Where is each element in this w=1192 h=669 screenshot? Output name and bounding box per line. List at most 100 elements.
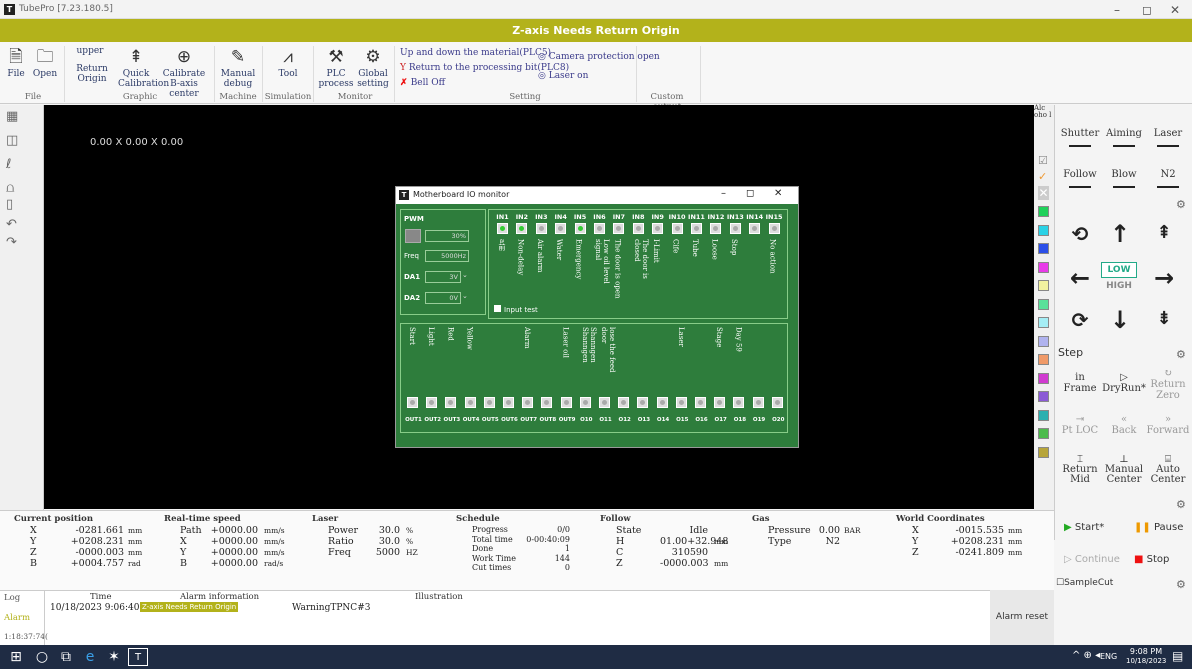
da1-select[interactable]: 3V — [425, 271, 461, 283]
output-toggle[interactable] — [656, 397, 668, 408]
layer-color-swatch[interactable] — [1038, 409, 1049, 421]
rotate-icon[interactable]: ↶ — [6, 217, 17, 232]
tubepro-taskbar-icon[interactable]: T — [128, 648, 148, 666]
dialog-close-button[interactable]: ✕ — [774, 188, 782, 199]
da2-select[interactable]: 0V — [425, 292, 461, 304]
checkbox-icon[interactable]: ☑ — [1038, 154, 1048, 167]
bridge-icon[interactable]: ⩍ — [6, 181, 14, 196]
output-toggle[interactable] — [560, 397, 572, 408]
log-tab[interactable]: Log — [0, 593, 44, 603]
edge-browser-icon[interactable]: e — [80, 648, 100, 666]
arrow-left-icon[interactable]: ← — [1060, 264, 1100, 292]
alarm-tab[interactable]: Alarm — [0, 613, 44, 623]
up-down-material-toggle[interactable]: Up and down the material(PLC5) — [400, 48, 551, 58]
arrow-up-icon[interactable]: ↑ — [1100, 220, 1140, 248]
output-toggle[interactable] — [637, 397, 649, 408]
layer-color-swatch[interactable] — [1038, 298, 1049, 310]
manual-debug-button[interactable]: ✎ Manual debug — [218, 48, 258, 89]
output-toggle[interactable] — [618, 397, 630, 408]
rotate-ccw-icon[interactable]: ⟲ — [1060, 222, 1100, 246]
output-toggle[interactable] — [522, 397, 534, 408]
output-toggle[interactable] — [599, 397, 610, 408]
output-toggle[interactable] — [675, 397, 687, 408]
layer-color-swatch[interactable] — [1038, 261, 1049, 273]
windows-start-icon[interactable]: ⊞ — [6, 648, 26, 666]
speed-toggle[interactable]: LOW HIGH — [1101, 262, 1137, 294]
manual-center-button[interactable]: ⊥ Manual Center — [1102, 454, 1146, 485]
cross-icon[interactable]: ✕ — [1038, 186, 1049, 200]
stop-button[interactable]: ■ Stop — [1134, 554, 1169, 565]
calibrate-b-axis-button[interactable]: ⊕ Calibrate B-axis center — [160, 48, 208, 99]
output-toggle[interactable] — [752, 397, 764, 408]
arrow-down-icon[interactable]: ↓ — [1100, 306, 1140, 334]
return-origin-button[interactable]: Return Origin — [72, 64, 112, 84]
layer-color-swatch[interactable] — [1038, 335, 1049, 347]
alarm-reset-button[interactable]: Alarm reset — [990, 590, 1054, 645]
open-file-button[interactable]: 🗀 Open — [32, 48, 58, 79]
camera-protection-toggle[interactable]: ◎ Camera protection open — [538, 52, 660, 62]
z-up-icon[interactable]: ⇞ — [1144, 222, 1184, 243]
close-button[interactable]: ✕ — [1162, 2, 1188, 18]
shutter-button[interactable]: Shutter — [1058, 128, 1102, 147]
freq-field[interactable]: 5000Hz — [425, 250, 469, 262]
input-test-checkbox[interactable]: Input test — [494, 305, 538, 314]
pause-button[interactable]: ❚❚ Pause — [1134, 522, 1183, 533]
task-view-icon[interactable]: ⧉ — [56, 648, 76, 666]
layer-color-swatch[interactable] — [1038, 354, 1049, 365]
layer-color-swatch[interactable] — [1038, 317, 1049, 328]
new-file-button[interactable]: 🗎 File — [5, 48, 27, 79]
output-toggle[interactable] — [771, 397, 783, 408]
pwm-toggle[interactable] — [405, 229, 421, 243]
aiming-button[interactable]: Aiming — [1102, 128, 1146, 147]
back-button[interactable]: «Back — [1102, 414, 1146, 436]
output-toggle[interactable] — [541, 397, 553, 408]
output-toggle[interactable] — [733, 397, 745, 408]
dialog-maximize-button[interactable]: ◻ — [746, 188, 754, 199]
frame-icon[interactable]: ▯ — [6, 197, 13, 212]
output-toggle[interactable] — [503, 397, 514, 408]
dryrun-button[interactable]: ▷ DryRun* — [1102, 372, 1146, 394]
tray-icons[interactable]: ^ ⊕ ◂ — [1072, 650, 1100, 661]
layer-color-swatch[interactable] — [1038, 206, 1049, 217]
curve-icon[interactable]: ℓ — [6, 157, 11, 172]
output-toggle[interactable] — [579, 397, 591, 408]
blow-button[interactable]: Blow — [1102, 169, 1146, 188]
arrow-right-icon[interactable]: → — [1144, 264, 1184, 292]
plc-process-button[interactable]: ⚒ PLC process — [318, 48, 354, 89]
pt-loc-button[interactable]: ⇥ Pt LOC — [1058, 414, 1102, 436]
output-toggle[interactable] — [695, 397, 706, 408]
return-zero-button[interactable]: ↻ Return Zero — [1146, 368, 1190, 401]
forward-button[interactable]: » Forward — [1146, 414, 1190, 436]
gear-icon[interactable]: ⚙ — [1176, 198, 1186, 211]
bell-off-toggle[interactable]: ✗ Bell Off — [400, 78, 445, 88]
notification-icon[interactable]: ▤ — [1172, 649, 1183, 663]
output-toggle[interactable] — [483, 397, 495, 408]
layer-color-swatch[interactable] — [1038, 372, 1049, 384]
return-mid-button[interactable]: ⌶ Return Mid — [1058, 454, 1102, 485]
app-icon[interactable]: ✶ — [104, 648, 124, 666]
upper-button[interactable]: upper — [72, 46, 108, 56]
layer-color-swatch[interactable] — [1038, 224, 1049, 236]
pwm-value-field[interactable]: 30% — [425, 230, 469, 242]
search-icon[interactable]: ○ — [32, 648, 52, 666]
output-toggle[interactable] — [407, 397, 418, 408]
output-toggle[interactable] — [714, 397, 726, 408]
layer-color-swatch[interactable] — [1038, 243, 1049, 254]
timestamp-tab[interactable]: 1:18:37:74( — [0, 632, 48, 641]
chevron-down-icon[interactable]: ⌄ — [462, 292, 468, 300]
continue-button[interactable]: ▷ Continue — [1064, 554, 1120, 565]
gear-icon[interactable]: ⚙ — [1176, 498, 1186, 511]
frame-button[interactable]: in Frame — [1058, 372, 1102, 394]
layer-color-swatch[interactable] — [1038, 446, 1049, 458]
dialog-minimize-button[interactable]: – — [721, 188, 726, 199]
n2-button[interactable]: N2 — [1146, 169, 1190, 188]
laser-button[interactable]: Laser — [1146, 128, 1190, 147]
scan-icon[interactable]: ◫ — [6, 133, 18, 148]
follow-button[interactable]: Follow — [1058, 169, 1102, 188]
maximize-button[interactable]: ◻ — [1134, 2, 1160, 18]
output-toggle[interactable] — [426, 397, 438, 408]
output-toggle[interactable] — [445, 397, 457, 408]
gear-icon[interactable]: ⚙ — [1176, 348, 1186, 361]
output-toggle[interactable] — [464, 397, 476, 408]
tool-button[interactable]: ⩘ Tool — [268, 48, 308, 79]
